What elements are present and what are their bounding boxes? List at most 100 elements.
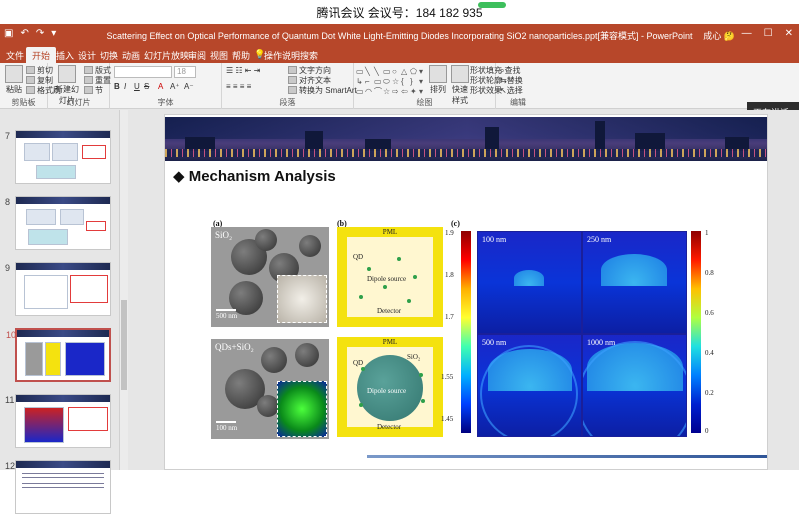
- pml-label: PML: [382, 338, 398, 346]
- tab-insert[interactable]: 插入: [56, 49, 74, 62]
- thumb-callout: [70, 275, 108, 303]
- thumb-text-line: [22, 487, 104, 488]
- particle-size-label: 100 nm: [482, 235, 507, 244]
- brush-icon: [26, 86, 35, 94]
- thumb-figure: [65, 342, 105, 376]
- colorbar-tick: 1.7: [445, 313, 454, 321]
- tem-image-qds-sio2: QDs+SiO₂ 100 nm: [211, 339, 329, 439]
- slide-thumbnail[interactable]: 8: [5, 196, 111, 250]
- font-shrink-icon[interactable]: A⁻: [184, 82, 194, 91]
- field-map-250nm: 250 nm: [583, 232, 686, 333]
- ribbon-home: 粘贴 剪切 复制 格式刷 剪贴板 新建幻灯片 版式 重置 节 幻灯片 18 B …: [0, 63, 799, 109]
- shapes-gallery[interactable]: ▭ ╲ ╲ ▭ ○ △ ⬠ ▾ ↳ ⌐ ▭ ⬭ ☆{} ▾ ▭ ◠ ⌒ ☆ ⇨ ⇦ ✦ ▾: [356, 67, 426, 96]
- thumb-callout: [86, 221, 106, 231]
- tab-home[interactable]: 开始: [26, 47, 57, 64]
- slide-thumbnail[interactable]: 9: [5, 262, 111, 316]
- font-grow-icon[interactable]: A⁺: [170, 82, 180, 91]
- thumb-banner: [16, 395, 110, 402]
- tem-image-sio2: SiO₂ 500 nm: [211, 227, 329, 327]
- slide-number: 7: [5, 131, 11, 141]
- slide-thumbnail-pane[interactable]: 7 8 9 10 11 12: [0, 110, 120, 514]
- slide-thumbnail[interactable]: 12: [5, 460, 111, 514]
- thumb-banner: [17, 330, 109, 337]
- scale-bar-label: 100 nm: [216, 421, 238, 432]
- particle-size-label: 500 nm: [482, 338, 507, 347]
- scissors-icon: [26, 66, 35, 74]
- dipole-label: Dipole source: [367, 275, 407, 283]
- thumb-figure: [45, 342, 61, 376]
- thumb-figure: [24, 407, 64, 443]
- tab-animations[interactable]: 动画: [122, 49, 140, 62]
- city-skyline-banner: [165, 117, 767, 161]
- slide-editing-canvas[interactable]: ◆ Mechanism Analysis (a) SiO₂ 500 nm QDs…: [128, 110, 799, 470]
- tell-me-search[interactable]: 操作说明搜索: [264, 49, 318, 62]
- layout-icon: [84, 66, 93, 74]
- select-button[interactable]: ↖选择: [500, 85, 523, 96]
- colorbar-tick: 1.8: [445, 271, 454, 279]
- simulation-model-qd: PML QD Dipole source Detector: [337, 227, 443, 327]
- font-name-combo[interactable]: [114, 66, 172, 78]
- cursor-icon: ↖: [500, 86, 507, 95]
- slide-heading[interactable]: ◆ Mechanism Analysis: [173, 167, 336, 185]
- align-icons[interactable]: ≡ ≡ ≡ ≡: [226, 82, 251, 91]
- thumb-figure: [24, 275, 68, 309]
- powder-inset: [277, 275, 327, 323]
- ribbon-tabs: 文件 开始 插入 设计 切换 动画 幻灯片放映 审阅 视图 帮助 💡 操作说明搜…: [0, 46, 799, 64]
- slide-thumbnail[interactable]: 7: [5, 130, 111, 184]
- title-bar: ▣ ↶ ↷ ▾ Scattering Effect on Optical Per…: [0, 24, 799, 46]
- section-button[interactable]: 节: [84, 85, 103, 96]
- bullets-icon[interactable]: ☰ ☷ ⇤ ⇥: [226, 66, 260, 75]
- font-size-combo[interactable]: 18: [174, 66, 196, 78]
- tab-view[interactable]: 视图: [210, 49, 228, 62]
- current-slide[interactable]: ◆ Mechanism Analysis (a) SiO₂ 500 nm QDs…: [164, 114, 768, 470]
- tab-file[interactable]: 文件: [6, 49, 24, 62]
- colorbar-tick: 0: [705, 427, 709, 435]
- colorbar-tick: 1.55: [441, 373, 454, 381]
- replace-icon: ⇆: [500, 76, 507, 85]
- thumb-banner: [16, 131, 110, 138]
- colorbar-tick: 0.4: [705, 349, 714, 357]
- group-clipboard: 粘贴 剪切 复制 格式刷 剪贴板: [0, 63, 61, 109]
- tab-transitions[interactable]: 切换: [100, 49, 118, 62]
- italic-button[interactable]: I: [124, 82, 126, 91]
- quick-styles-icon: [451, 65, 469, 83]
- group-label-slides: 幻灯片: [66, 98, 91, 107]
- tab-review[interactable]: 审阅: [188, 49, 206, 62]
- smartart-button[interactable]: 转换为 SmartArt: [288, 85, 357, 96]
- smartart-icon: [288, 86, 297, 94]
- refractive-index-colorbar: [461, 231, 471, 433]
- colorbar-tick: 1.45: [441, 415, 454, 423]
- reset-icon: [84, 76, 93, 84]
- meeting-title: 腾讯会议 会议号：184 182 935: [316, 6, 483, 20]
- scrollbar-thumb[interactable]: [121, 300, 127, 390]
- paste-button[interactable]: 粘贴: [2, 63, 26, 95]
- arrange-button[interactable]: 排列: [426, 63, 450, 95]
- meeting-title-bar: 腾讯会议 会议号：184 182 935: [0, 0, 799, 24]
- slide-thumbnail[interactable]: 11: [5, 394, 111, 448]
- thumb-figure: [24, 143, 50, 161]
- qd-label: QD: [353, 359, 364, 367]
- detector-label: Detector: [377, 307, 402, 315]
- user-name[interactable]: 成心 🤔: [703, 29, 735, 42]
- tab-design[interactable]: 设计: [78, 49, 96, 62]
- field-map-100nm: 100 nm: [478, 232, 581, 333]
- bold-button[interactable]: B: [114, 82, 120, 91]
- slide-thumbnail-selected[interactable]: 10: [6, 328, 111, 382]
- underline-button[interactable]: U: [134, 82, 140, 91]
- strikethrough-button[interactable]: S: [144, 82, 149, 91]
- tem-caption-qds: QDs+SiO₂: [215, 342, 254, 352]
- tem-caption-sio2: SiO₂: [215, 230, 233, 240]
- tab-slideshow[interactable]: 幻灯片放映: [144, 49, 189, 62]
- thumb-figure: [36, 165, 76, 179]
- thumb-figure: [28, 229, 68, 245]
- colorbar-tick: 1.9: [445, 229, 454, 237]
- thumb-text-line: [22, 477, 104, 478]
- section-icon: [84, 86, 93, 94]
- window-title: Scattering Effect on Optical Performance…: [106, 31, 693, 41]
- font-color-icon[interactable]: A: [158, 82, 163, 91]
- tab-help[interactable]: 帮助: [232, 49, 250, 62]
- minimize-icon[interactable]: —: [742, 28, 752, 39]
- thumbnail-scrollbar[interactable]: [120, 110, 128, 470]
- maximize-icon[interactable]: ☐: [764, 28, 773, 39]
- close-icon[interactable]: ✕: [785, 28, 793, 39]
